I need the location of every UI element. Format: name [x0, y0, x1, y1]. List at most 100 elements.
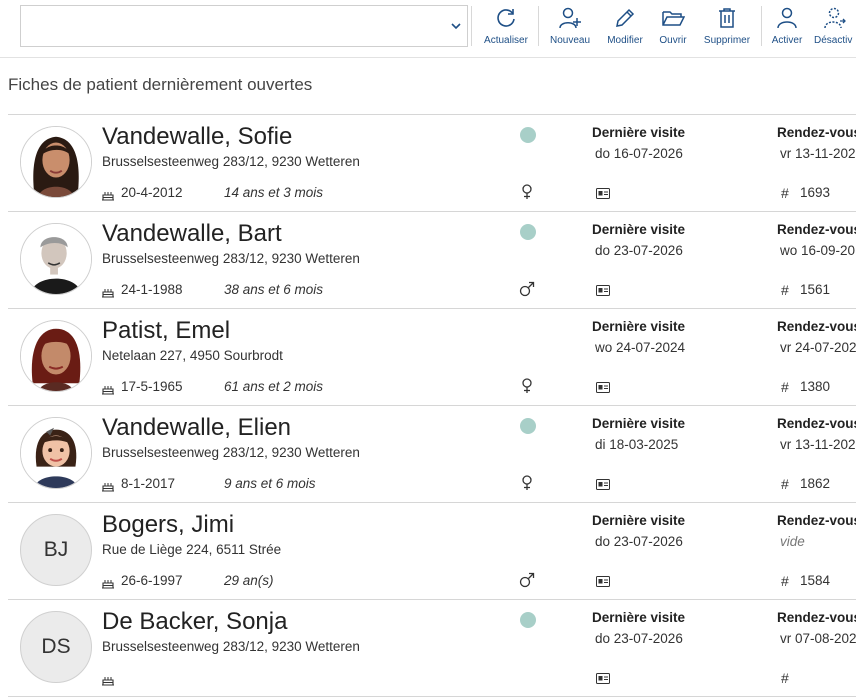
appointment-label: Rendez-vous — [777, 125, 856, 140]
birthdate: 20-4-2012 — [121, 185, 183, 200]
hash-icon: # — [781, 573, 789, 589]
last-visit-date: di 18-03-2025 — [595, 437, 679, 452]
birthdate: 24-1-1988 — [121, 282, 183, 297]
birthday-cake-icon — [102, 386, 114, 395]
toolbar-separator — [538, 6, 539, 46]
patient-id: 1380 — [800, 379, 831, 394]
new-patient-button[interactable]: Nouveau — [546, 6, 594, 50]
refresh-icon — [497, 9, 515, 27]
patient-name: Vandewalle, Elien — [102, 414, 292, 441]
chevron-down-icon[interactable] — [449, 19, 463, 33]
hash-icon: # — [781, 476, 789, 492]
patient-age: 61 ans et 2 mois — [224, 379, 324, 394]
appointment-date: vr 13-11-202 — [780, 437, 856, 452]
birthdate: 17-5-1965 — [121, 379, 183, 394]
patient-name: De Backer, Sonja — [102, 608, 288, 635]
avatar-photo — [20, 320, 92, 392]
edit-label: Modifier — [607, 35, 643, 46]
appointment-label: Rendez-vous — [777, 416, 856, 431]
patient-address: Brusselsesteenweg 283/12, 9230 Wetteren — [102, 251, 360, 266]
patient-age: 38 ans et 6 mois — [224, 282, 324, 297]
hash-icon: # — [781, 379, 789, 395]
patient-row[interactable]: Vandewalle, Elien Brusselsesteenweg 283/… — [8, 406, 856, 503]
trash-icon — [719, 8, 735, 28]
patient-id: 1693 — [800, 185, 831, 200]
female-symbol-icon — [518, 377, 536, 395]
deactivate-button[interactable]: Désactiv — [814, 6, 856, 50]
birthday-cake-icon — [102, 483, 114, 492]
patient-name: Vandewalle, Sofie — [102, 123, 293, 150]
patient-row[interactable]: Patist, Emel Netelaan 227, 4950 Sourbrod… — [8, 309, 856, 406]
last-visit-label: Dernière visite — [592, 513, 686, 528]
activate-label: Activer — [771, 35, 803, 46]
deactivate-label: Désactiv — [814, 35, 853, 46]
patient-id: 1584 — [800, 573, 831, 588]
hash-icon: # — [781, 185, 789, 201]
avatar-photo — [20, 417, 92, 489]
female-symbol-icon — [518, 474, 536, 492]
last-visit-date: wo 24-07-2024 — [595, 340, 686, 355]
toolbar-separator — [471, 6, 472, 46]
id-card-icon — [596, 479, 610, 490]
appointment-date: vr 07-08-202 — [780, 631, 856, 646]
avatar-photo — [20, 223, 92, 295]
patient-address: Brusselsesteenweg 283/12, 9230 Wetteren — [102, 154, 360, 169]
activate-button[interactable]: Activer — [768, 6, 806, 50]
patient-age: 9 ans et 6 mois — [224, 476, 316, 491]
male-symbol-icon — [518, 571, 536, 589]
person-deactivate-icon — [824, 7, 846, 29]
recent-patients-list: Vandewalle, Sofie Brusselsesteenweg 283/… — [8, 114, 856, 697]
patient-row[interactable]: BJ Bogers, Jimi Rue de Liège 224, 6511 S… — [8, 503, 856, 600]
refresh-label: Actualiser — [484, 35, 528, 46]
patient-row[interactable]: Vandewalle, Bart Brusselsesteenweg 283/1… — [8, 212, 856, 309]
id-card-icon — [596, 382, 610, 393]
delete-label: Supprimer — [703, 35, 751, 46]
female-symbol-icon — [518, 183, 536, 201]
appointment-date: vr 13-11-202 — [780, 146, 856, 161]
appointment-date: wo 16-09-20 — [780, 243, 856, 258]
status-dot — [520, 127, 536, 143]
toolbar-separator — [761, 6, 762, 46]
patient-search-combobox[interactable] — [20, 5, 468, 47]
last-visit-label: Dernière visite — [592, 416, 686, 431]
status-dot — [520, 612, 536, 628]
appointment-date: vide — [780, 534, 805, 549]
birthdate: 8-1-2017 — [121, 476, 176, 491]
patient-row[interactable]: Vandewalle, Sofie Brusselsesteenweg 283/… — [8, 115, 856, 212]
toolbar: Actualiser Nouveau Modifier Ouvrir Suppr… — [0, 0, 856, 58]
open-button[interactable]: Ouvrir — [656, 6, 690, 50]
id-card-icon — [596, 673, 610, 684]
appointment-label: Rendez-vous — [777, 222, 856, 237]
patient-id: 1561 — [800, 282, 831, 297]
appointment-label: Rendez-vous — [777, 513, 856, 528]
appointment-label: Rendez-vous — [777, 319, 856, 334]
avatar-initials: BJ — [20, 514, 92, 586]
birthday-cake-icon — [102, 192, 114, 201]
id-card-icon — [596, 285, 610, 296]
birthday-cake-icon — [102, 677, 114, 686]
refresh-button[interactable]: Actualiser — [481, 6, 531, 50]
last-visit-date: do 23-07-2026 — [595, 534, 683, 549]
person-icon — [777, 7, 797, 29]
patient-name: Bogers, Jimi — [102, 511, 235, 538]
patient-age: 14 ans et 3 mois — [224, 185, 324, 200]
last-visit-label: Dernière visite — [592, 319, 686, 334]
last-visit-date: do 23-07-2026 — [595, 243, 683, 258]
patient-address: Netelaan 227, 4950 Sourbrodt — [102, 348, 283, 363]
birthday-cake-icon — [102, 289, 114, 298]
hash-icon: # — [781, 670, 789, 686]
status-dot — [520, 418, 536, 434]
delete-button[interactable]: Supprimer — [700, 6, 754, 50]
avatar-initials: DS — [20, 611, 92, 683]
last-visit-label: Dernière visite — [592, 125, 686, 140]
section-title: Fiches de patient dernièrement ouvertes — [8, 75, 313, 94]
add-person-icon — [559, 7, 581, 29]
patient-row[interactable]: DS De Backer, Sonja Brusselsesteenweg 28… — [8, 600, 856, 697]
edit-button[interactable]: Modifier — [603, 6, 647, 50]
patient-age: 29 an(s) — [224, 573, 274, 588]
status-dot — [520, 224, 536, 240]
id-card-icon — [596, 188, 610, 199]
patient-address: Brusselsesteenweg 283/12, 9230 Wetteren — [102, 639, 360, 654]
last-visit-label: Dernière visite — [592, 610, 686, 625]
patient-id: 1862 — [800, 476, 831, 491]
